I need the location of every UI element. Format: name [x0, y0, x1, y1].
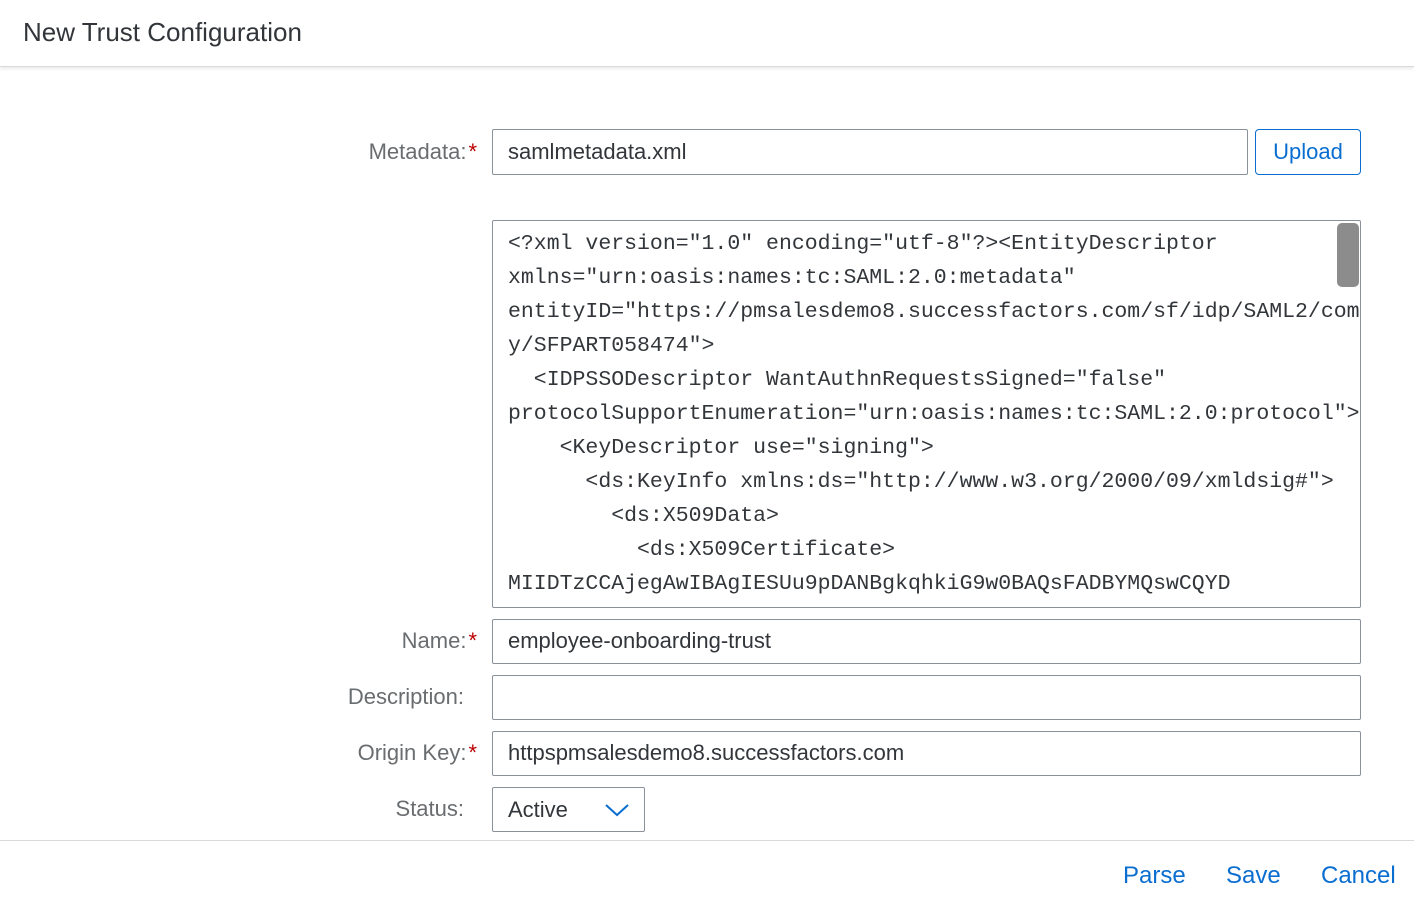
xml-scrollbar-thumb[interactable]	[1337, 223, 1359, 287]
metadata-xml-content: <?xml version="1.0" encoding="utf-8"?><E…	[508, 232, 1361, 596]
name-label: Name:*	[402, 627, 477, 655]
dialog-footer: Parse Save Cancel	[0, 840, 1414, 908]
metadata-file-input[interactable]: samlmetadata.xml	[492, 129, 1248, 175]
name-label-text: Name:	[401, 628, 467, 653]
save-button[interactable]: Save	[1226, 861, 1281, 891]
dialog-header: New Trust Configuration	[0, 0, 1414, 67]
dialog-title: New Trust Configuration	[23, 17, 302, 47]
metadata-label: Metadata:*	[369, 138, 477, 166]
status-value: Active	[508, 797, 568, 822]
required-mark: *	[468, 139, 477, 164]
name-input[interactable]: employee-onboarding-trust	[492, 619, 1361, 664]
origin-key-label: Origin Key:*	[358, 739, 477, 767]
metadata-label-text: Metadata:	[368, 139, 467, 164]
origin-key-label-text: Origin Key:	[357, 740, 467, 765]
chevron-down-icon	[605, 804, 629, 817]
origin-key-value: httpspmsalesdemo8.successfactors.com	[508, 740, 905, 765]
description-label: Description:	[347, 684, 464, 709]
metadata-file-value: samlmetadata.xml	[508, 139, 687, 164]
description-input[interactable]	[492, 675, 1361, 720]
required-mark: *	[468, 740, 477, 765]
origin-key-input[interactable]: httpspmsalesdemo8.successfactors.com	[492, 731, 1361, 776]
status-select[interactable]: Active	[492, 787, 645, 832]
cancel-button[interactable]: Cancel	[1321, 861, 1396, 891]
metadata-xml-textarea[interactable]: <?xml version="1.0" encoding="utf-8"?><E…	[492, 220, 1361, 608]
status-label: Status:	[395, 796, 464, 821]
upload-button[interactable]: Upload	[1255, 129, 1361, 175]
required-mark: *	[468, 628, 477, 653]
parse-button[interactable]: Parse	[1123, 861, 1186, 891]
name-value: employee-onboarding-trust	[508, 628, 771, 653]
